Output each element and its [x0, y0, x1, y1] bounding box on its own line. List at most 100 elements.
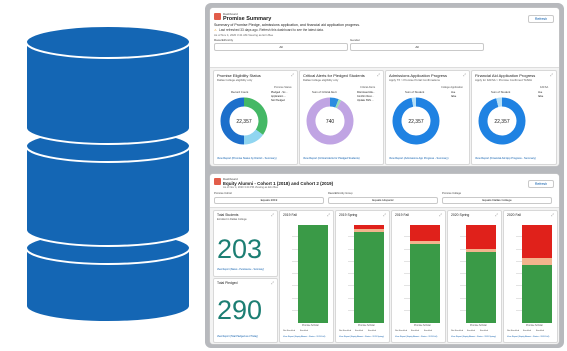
- bar-segment[interactable]: [522, 265, 552, 323]
- gridline: [460, 309, 466, 311]
- view-report-link[interactable]: View Report (Equity Alumni - Status - 20…: [507, 336, 549, 338]
- metric-title: Total Pledged: [217, 281, 238, 285]
- view-report-link[interactable]: View Report (Promise Status by District …: [217, 157, 277, 160]
- college-filter[interactable]: Equals Dallas College: [442, 197, 552, 204]
- legend-item: false: [451, 95, 457, 98]
- bar-segment[interactable]: [354, 231, 384, 323]
- term-title: 2020 Spring: [451, 213, 470, 217]
- gridline: [292, 260, 298, 262]
- donut-slice[interactable]: [496, 97, 503, 107]
- gridline: [460, 297, 466, 299]
- donut-total: 740: [326, 119, 335, 125]
- bar-segment[interactable]: [410, 225, 440, 241]
- gridline: [292, 248, 298, 250]
- expand-icon[interactable]: ⤢: [550, 73, 553, 78]
- donut-slice[interactable]: [243, 129, 264, 145]
- view-report-link[interactable]: View Report (Equity Alumni - Status - 20…: [283, 336, 325, 338]
- gridline: [404, 273, 410, 274]
- legend-title: Promise Status: [274, 86, 292, 89]
- gridline: [292, 236, 298, 238]
- donut-legend: true false: [451, 91, 457, 99]
- metric-title: Total Students: [217, 213, 239, 217]
- legend-title: College Application: [441, 86, 464, 89]
- term-title: 2019 Fall: [395, 213, 409, 217]
- term-panel-2020-fall: 2020 Fall ⤢ Promise Scholar Not Enrolled…: [503, 210, 558, 343]
- view-report-link[interactable]: View Report (Equity Alumni - Status - 20…: [339, 336, 384, 338]
- legend-item: Not Enrolled: [339, 330, 352, 332]
- bar-segment[interactable]: [410, 243, 440, 323]
- view-report-link[interactable]: View Report (Total Pledged as of Today): [217, 336, 258, 338]
- gridline: [516, 260, 522, 262]
- gender-filter[interactable]: All: [350, 43, 484, 51]
- donut-slice[interactable]: [243, 97, 268, 135]
- gridline: [404, 248, 410, 250]
- donut-slice[interactable]: [335, 99, 342, 109]
- expand-icon[interactable]: ⤢: [271, 213, 274, 218]
- expand-icon[interactable]: ⤢: [495, 213, 498, 218]
- expand-icon[interactable]: ⤢: [271, 281, 274, 286]
- bar-segment[interactable]: [354, 228, 384, 232]
- view-report-link[interactable]: View Report (Critical Alerts for Pledged…: [303, 157, 360, 160]
- gridline: [460, 273, 466, 274]
- expand-icon[interactable]: ⤢: [291, 73, 294, 78]
- term-panel-2020-spring: 2020 Spring ⤢ Promise Scholar Not Enroll…: [447, 210, 502, 343]
- term-panel-2019-spring: 2019 Spring ⤢ Promise Scholar Not Enroll…: [335, 210, 390, 343]
- gridline: [404, 309, 410, 311]
- expand-icon[interactable]: ⤢: [327, 213, 330, 218]
- widget-subtitle: Apply TX > Promise Portal Confirmations: [389, 78, 440, 82]
- legend-item: Enrolled: [411, 330, 420, 332]
- expand-icon[interactable]: ⤢: [551, 213, 554, 218]
- view-report-link[interactable]: View Report (Financial Aid App Progress …: [475, 157, 536, 160]
- gridline: [404, 285, 410, 287]
- view-report-link[interactable]: View Report (Admissions App Progress - S…: [389, 157, 448, 160]
- bar-segment[interactable]: [522, 225, 552, 259]
- gridline: [404, 260, 410, 262]
- expand-icon[interactable]: ⤢: [383, 213, 386, 218]
- stacked-bar: [516, 225, 552, 323]
- expand-icon[interactable]: ⤢: [439, 213, 442, 218]
- as-of-text: As of Nov 4, 2020 3:44 PM·Viewing as Eri…: [223, 186, 279, 189]
- gridline: [292, 273, 298, 274]
- axis-label: Sum of Student: [491, 90, 511, 94]
- filter-label: Race/Ethnicity Group: [328, 192, 353, 195]
- widget-promise-eligibility: Promise Eligibility Status Dallas Colleg…: [213, 70, 298, 165]
- race-group-filter[interactable]: Equals Hispanic: [328, 197, 438, 204]
- bar-segment[interactable]: [466, 225, 496, 249]
- gridline: [348, 248, 354, 250]
- refresh-button[interactable]: Refresh: [528, 180, 554, 188]
- donut-chart: 22,357: [478, 97, 526, 145]
- widget-financial-aid-progress: Financial Aid Application Progress Apply…: [471, 70, 557, 165]
- donut-legend: Dismissed Ala... Confirm Resi... Update …: [357, 91, 375, 103]
- axis-label: Sum of Critical Alert: [312, 90, 337, 94]
- gridline: [404, 297, 410, 299]
- view-report-link[interactable]: View Report (Equity Alumni - Status - 20…: [395, 336, 437, 338]
- expand-icon[interactable]: ⤢: [377, 73, 380, 78]
- database-icon: [25, 25, 191, 323]
- bar-segment[interactable]: [410, 240, 440, 244]
- bar-segment[interactable]: [298, 225, 328, 323]
- warning-icon: ⚠: [214, 28, 217, 32]
- bar-caption: Promise Scholar: [302, 325, 319, 327]
- expand-icon[interactable]: ⤢: [463, 73, 466, 78]
- race-ethnicity-filter[interactable]: All: [214, 43, 348, 51]
- bar-segment[interactable]: [522, 258, 552, 266]
- stacked-bar: [404, 225, 440, 323]
- widget-admissions-progress: Admissions Application Progress Apply TX…: [385, 70, 470, 165]
- legend-item: Not Enrolled: [507, 330, 520, 332]
- view-report-link[interactable]: View Report (Equity Alumni - Status - 20…: [451, 336, 496, 338]
- total-pledged-card: Total Pledged ⤢ 290 View Report (Total P…: [213, 278, 278, 343]
- cohort-filter[interactable]: Equals 2019: [214, 197, 324, 204]
- bar-segment[interactable]: [466, 248, 496, 253]
- bar-segment[interactable]: [354, 225, 384, 229]
- stacked-bar: [460, 225, 496, 323]
- view-report-link[interactable]: View Report (Status - Persistence - Summ…: [217, 269, 264, 271]
- legend-item: Enrolled: [300, 330, 309, 332]
- dashboard-icon: [214, 178, 221, 185]
- gridline: [516, 236, 522, 238]
- donut-slice[interactable]: [329, 97, 339, 108]
- refresh-button[interactable]: Refresh: [528, 15, 554, 23]
- donut-total: 22,357: [494, 119, 510, 125]
- legend-item: Update SSN ...: [357, 99, 374, 102]
- bar-segment[interactable]: [466, 252, 496, 323]
- gridline: [348, 309, 354, 311]
